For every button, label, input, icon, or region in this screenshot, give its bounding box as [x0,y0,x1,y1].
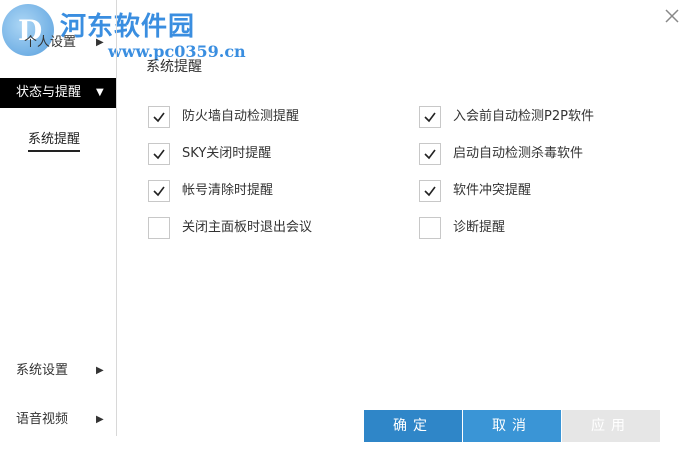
sidebar-item-audio-video[interactable]: 语音视频 ▶ [0,405,116,435]
sidebar-item-system-settings[interactable]: 系统设置 ▶ [0,356,116,386]
check-icon [153,149,165,160]
sidebar-item-label: 个人设置 [24,35,77,50]
sidebar-item-label: 系统设置 [16,363,69,378]
cancel-button[interactable]: 取消 [463,410,561,442]
sidebar-item-label: 状态与提醒 [16,85,82,100]
chevron-right-icon: ▶ [96,365,104,376]
sidebar-subitem-system-reminders[interactable]: 系统提醒 [28,128,81,152]
option-label: 帐号清除时提醒 [182,183,274,198]
check-icon [424,149,436,160]
checkbox[interactable] [148,180,170,202]
chevron-right-icon: ▶ [96,37,104,48]
option-label: 关闭主面板时退出会议 [182,220,313,235]
chevron-right-icon: ▶ [96,414,104,425]
chevron-down-icon: ▼ [96,87,104,98]
check-icon [424,186,436,197]
checkbox[interactable] [419,106,441,128]
section-title: 系统提醒 [146,59,202,75]
option-label: 软件冲突提醒 [453,183,532,198]
sidebar: 个人设置 ▶ 状态与提醒 ▼ 系统提醒 系统设置 ▶ 语音视频 ▶ [0,0,117,436]
sidebar-item-status-reminders[interactable]: 状态与提醒 ▼ [0,78,116,108]
close-icon [665,9,679,23]
option-label: SKY关闭时提醒 [182,146,272,161]
checkbox[interactable] [419,143,441,165]
sidebar-item-personal-settings[interactable]: 个人设置 ▶ [0,28,116,58]
ok-button[interactable]: 确定 [364,410,462,442]
checkbox[interactable] [419,217,441,239]
check-icon [153,186,165,197]
apply-button[interactable]: 应用 [562,410,660,442]
option-label: 防火墙自动检测提醒 [182,109,300,124]
check-icon [424,112,436,123]
checkbox[interactable] [148,143,170,165]
close-button[interactable] [662,6,682,26]
checkbox[interactable] [419,180,441,202]
checkbox[interactable] [148,217,170,239]
check-icon [153,112,165,123]
option-label: 诊断提醒 [453,220,506,235]
sidebar-item-label: 语音视频 [16,412,69,427]
checkbox[interactable] [148,106,170,128]
option-label: 入会前自动检测P2P软件 [453,109,594,124]
option-label: 启动自动检测杀毒软件 [453,146,584,161]
